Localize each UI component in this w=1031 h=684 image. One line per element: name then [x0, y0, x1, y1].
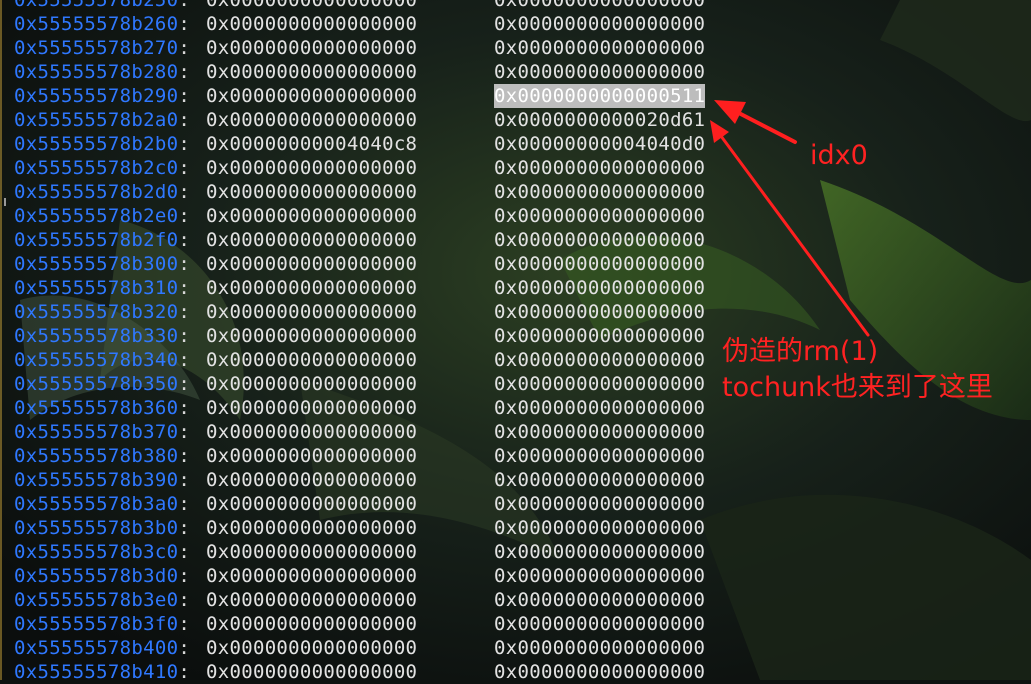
annotation-fake-line2: tochunk也来到了这里 [722, 372, 993, 403]
annotation-fake-chunk: 伪造的rm(1) tochunk也来到了这里 [722, 334, 993, 406]
memory-value-2: 0x0000000000000000 [494, 637, 706, 659]
memory-value-2-highlighted: 0x0000000000000511 [494, 84, 706, 108]
memory-value-1: 0x0000000000000000 [206, 541, 418, 563]
memory-value-1: 0x0000000000000000 [206, 277, 418, 299]
memory-value-1: 0x0000000000000000 [206, 181, 418, 203]
memory-value-1: 0x0000000000000000 [206, 661, 418, 683]
memory-value-1: 0x0000000000000000 [206, 61, 418, 83]
memory-value-2: 0x0000000000000000 [494, 517, 706, 539]
memory-value-1: 0x0000000000000000 [206, 0, 418, 11]
memory-value-1: 0x0000000000000000 [206, 301, 418, 323]
terminal-cursor-mark [4, 198, 6, 206]
memory-address: 0x55555578b360 [14, 397, 179, 419]
memory-value-2: 0x0000000000000000 [494, 13, 706, 35]
memory-value-1: 0x0000000000000000 [206, 325, 418, 347]
memory-value-1: 0x0000000000000000 [206, 109, 418, 131]
memory-value-2: 0x0000000000000000 [494, 229, 706, 251]
memory-address: 0x55555578b400 [14, 637, 179, 659]
memory-address: 0x55555578b2a0 [14, 109, 179, 131]
memory-value-1: 0x0000000000000000 [206, 469, 418, 491]
memory-address: 0x55555578b370 [14, 421, 179, 443]
memory-value-1: 0x0000000000000000 [206, 493, 418, 515]
memory-value-2: 0x0000000000000000 [494, 349, 706, 371]
memory-address: 0x55555578b250 [14, 0, 179, 11]
memory-value-2: 0x0000000000000000 [494, 541, 706, 563]
memory-value-1: 0x0000000000000000 [206, 349, 418, 371]
memory-value-2: 0x0000000000000000 [494, 565, 706, 587]
memory-address: 0x55555578b2e0 [14, 205, 179, 227]
annotation-fake-line1: 伪造的rm(1) [722, 336, 879, 367]
memory-value-1: 0x0000000000000000 [206, 157, 418, 179]
memory-value-1: 0x0000000000000000 [206, 517, 418, 539]
memory-value-2: 0x0000000000000000 [494, 253, 706, 275]
memory-address: 0x55555578b260 [14, 13, 179, 35]
memory-address: 0x55555578b280 [14, 61, 179, 83]
memory-value-2: 0x0000000000020d61 [494, 109, 706, 131]
window-left-edge [0, 0, 2, 680]
memory-address: 0x55555578b380 [14, 445, 179, 467]
memory-value-1: 0x0000000000000000 [206, 589, 418, 611]
memory-address: 0x55555578b3e0 [14, 589, 179, 611]
memory-address: 0x55555578b3d0 [14, 565, 179, 587]
memory-value-1: 0x0000000000000000 [206, 613, 418, 635]
memory-value-1: 0x0000000000000000 [206, 253, 418, 275]
memory-address: 0x55555578b2c0 [14, 157, 179, 179]
memory-value-1: 0x0000000000000000 [206, 373, 418, 395]
memory-address: 0x55555578b330 [14, 325, 179, 347]
memory-value-1: 0x0000000000000000 [206, 397, 418, 419]
memory-value-2: 0x0000000000000000 [494, 613, 706, 635]
memory-value-1: 0x00000000004040c8 [206, 133, 418, 155]
memory-value-2: 0x0000000000000000 [494, 589, 706, 611]
memory-value-1: 0x0000000000000000 [206, 229, 418, 251]
memory-address: 0x55555578b340 [14, 349, 179, 371]
memory-value-2: 0x0000000000000000 [494, 277, 706, 299]
memory-address: 0x55555578b320 [14, 301, 179, 323]
memory-value-1: 0x0000000000000000 [206, 205, 418, 227]
memory-value-2: 0x0000000000000000 [494, 421, 706, 443]
memory-value-2: 0x0000000000000000 [494, 469, 706, 491]
memory-value-1: 0x0000000000000000 [206, 445, 418, 467]
memory-address: 0x55555578b2b0 [14, 133, 179, 155]
memory-address: 0x55555578b2f0 [14, 229, 179, 251]
memory-address: 0x55555578b3c0 [14, 541, 179, 563]
memory-address: 0x55555578b3a0 [14, 493, 179, 515]
memory-value-2: 0x0000000000000000 [494, 0, 706, 11]
memory-value-1: 0x0000000000000000 [206, 37, 418, 59]
memory-value-2: 0x0000000000000000 [494, 37, 706, 59]
memory-address: 0x55555578b2d0 [14, 181, 179, 203]
memory-value-2: 0x0000000000000000 [494, 301, 706, 323]
memory-address: 0x55555578b290 [14, 85, 179, 107]
memory-address: 0x55555578b3f0 [14, 613, 179, 635]
memory-value-1: 0x0000000000000000 [206, 85, 418, 107]
memory-address: 0x55555578b300 [14, 253, 179, 275]
memory-value-2: 0x0000000000000000 [494, 661, 706, 683]
memory-value-2: 0x0000000000000000 [494, 325, 706, 347]
memory-value-2: 0x0000000000000000 [494, 397, 706, 419]
memory-value-1: 0x0000000000000000 [206, 637, 418, 659]
memory-value-2: 0x0000000000000000 [494, 157, 706, 179]
memory-value-2: 0x0000000000000000 [494, 373, 706, 395]
memory-address: 0x55555578b390 [14, 469, 179, 491]
memory-value-1: 0x0000000000000000 [206, 421, 418, 443]
memory-address: 0x55555578b3b0 [14, 517, 179, 539]
memory-value-2: 0x0000000000000000 [494, 181, 706, 203]
memory-value-2: 0x0000000000000000 [494, 493, 706, 515]
memory-value-1: 0x0000000000000000 [206, 13, 418, 35]
memory-value-2: 0x00000000004040d0 [494, 133, 706, 155]
memory-address: 0x55555578b350 [14, 373, 179, 395]
memory-value-2: 0x0000000000000000 [494, 445, 706, 467]
memory-value-2: 0x0000000000000000 [494, 61, 706, 83]
memory-value-1: 0x0000000000000000 [206, 565, 418, 587]
memory-address: 0x55555578b270 [14, 37, 179, 59]
memory-address: 0x55555578b310 [14, 277, 179, 299]
annotation-idx0: idx0 [810, 140, 868, 171]
memory-value-2: 0x0000000000000000 [494, 205, 706, 227]
